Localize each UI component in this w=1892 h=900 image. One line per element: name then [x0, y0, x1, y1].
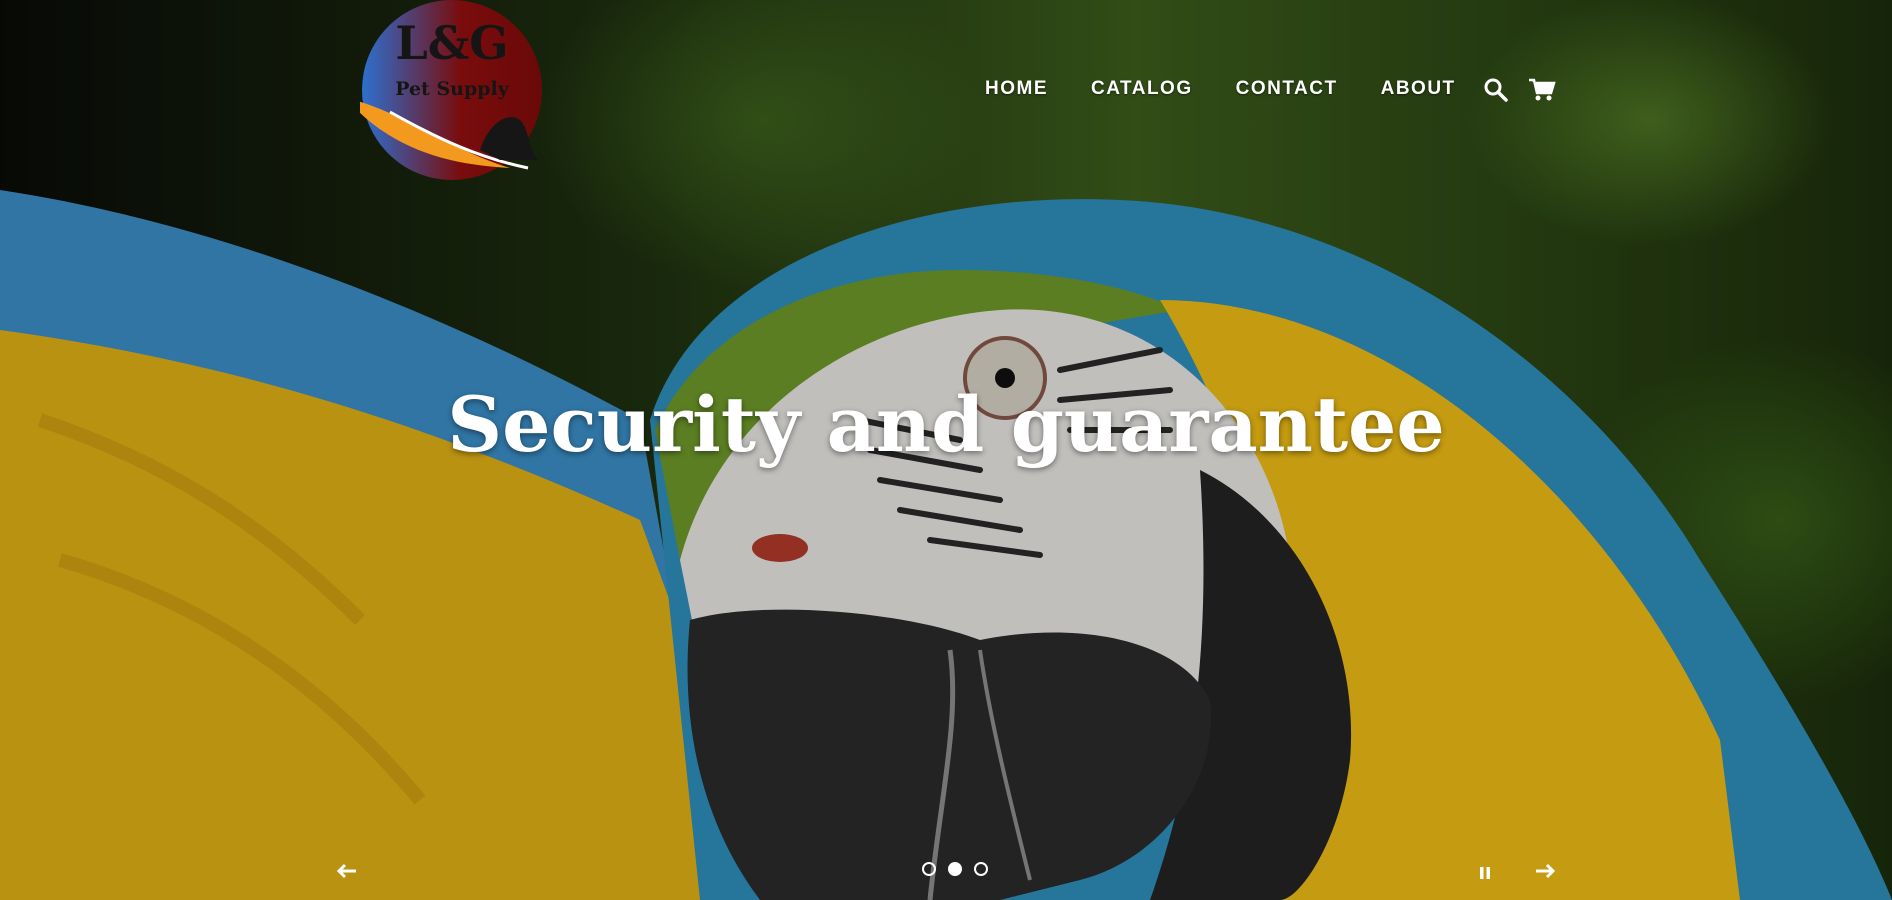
cart-icon[interactable] — [1526, 74, 1558, 106]
main-nav: HOME CATALOG CONTACT ABOUT — [985, 78, 1499, 100]
arrow-left-icon[interactable] — [332, 858, 362, 884]
logo-title: L&G — [395, 16, 509, 70]
header-icons — [1480, 74, 1572, 106]
search-icon[interactable] — [1480, 74, 1512, 106]
logo-subtitle: Pet Supply — [395, 78, 509, 100]
slide-dots — [916, 862, 994, 876]
nav-about[interactable]: ABOUT — [1381, 78, 1456, 100]
slide-dot-3[interactable] — [974, 862, 988, 876]
nav-contact[interactable]: CONTACT — [1236, 78, 1338, 100]
nav-catalog[interactable]: CATALOG — [1091, 78, 1193, 100]
nav-home[interactable]: HOME — [985, 78, 1048, 100]
hero-headline: Security and guarantee — [447, 380, 1445, 469]
store-logo[interactable]: L&G Pet Supply — [346, 0, 544, 184]
hero-slideshow: L&G Pet Supply HOME CATALOG CONTACT ABOU… — [0, 0, 1892, 900]
arrow-right-icon[interactable] — [1530, 858, 1560, 884]
pause-icon[interactable] — [1470, 860, 1500, 886]
slide-dot-2[interactable] — [948, 862, 962, 876]
slide-dot-1[interactable] — [922, 862, 936, 876]
